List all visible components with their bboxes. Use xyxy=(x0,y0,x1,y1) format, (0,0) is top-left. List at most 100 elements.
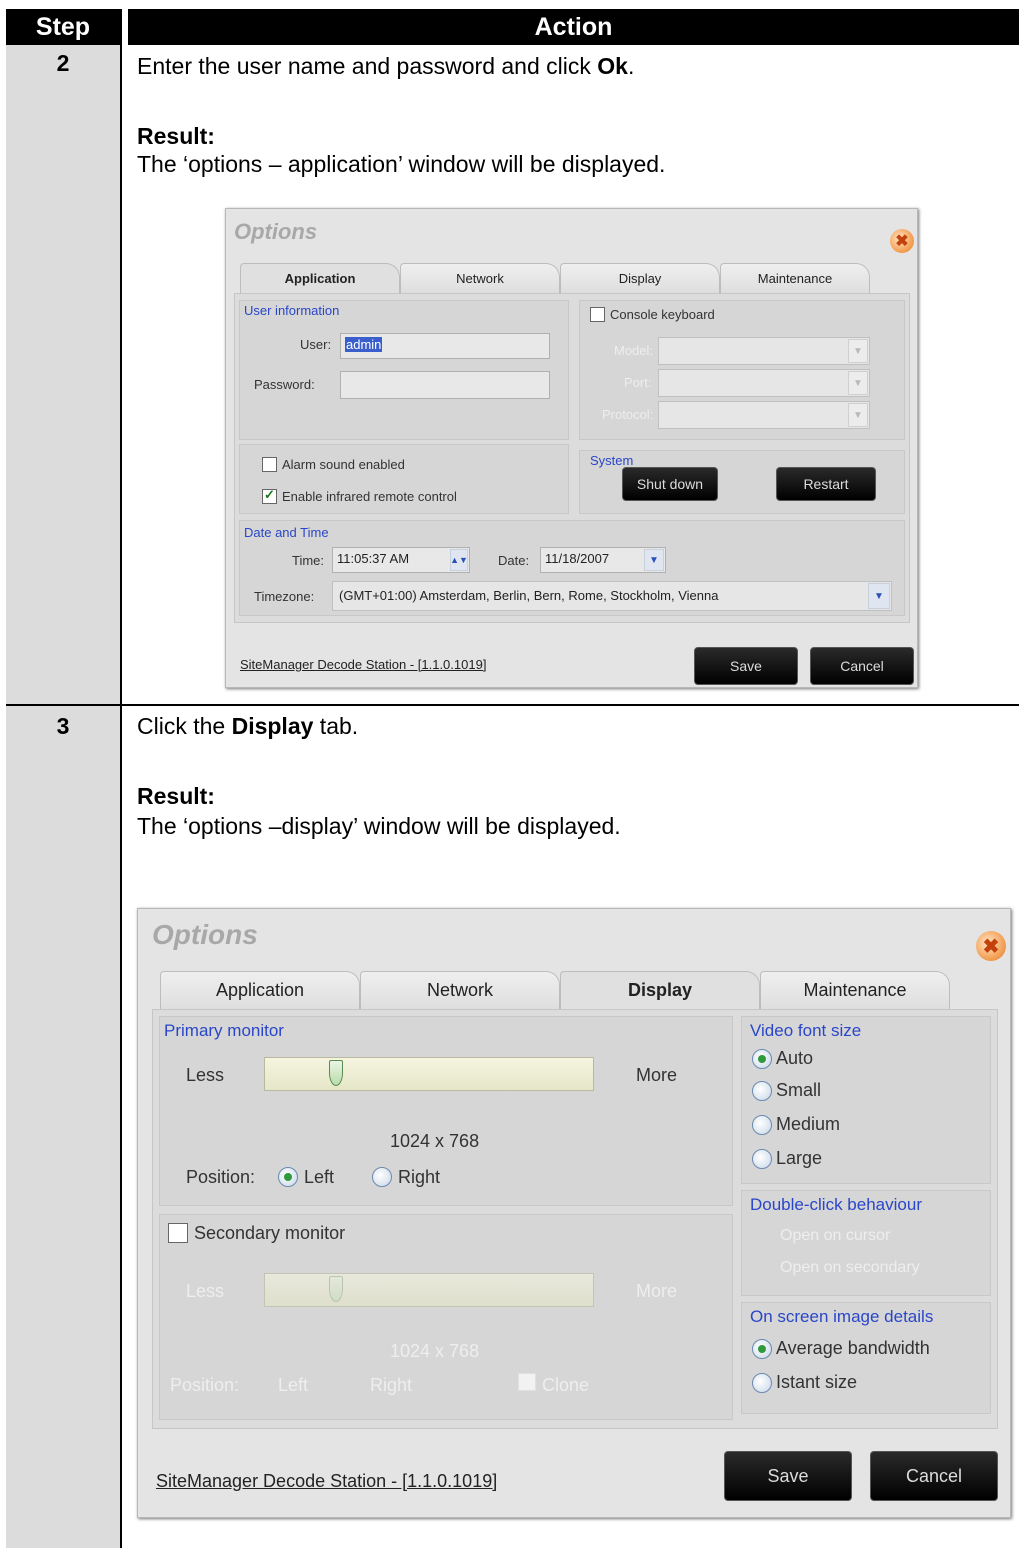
secondary-right-label: Right xyxy=(370,1375,413,1395)
tab-application[interactable]: Application xyxy=(240,263,400,293)
primary-resolution-value: 1024 x 768 xyxy=(390,1131,480,1151)
password-label: Password: xyxy=(254,377,315,392)
font-small-label: Small xyxy=(776,1080,822,1100)
alarm-options-group: Alarm sound enabled Enable infrared remo… xyxy=(239,444,569,514)
step-2-instruction: Enter the user name and password and cli… xyxy=(137,53,635,79)
primary-resolution-slider[interactable] xyxy=(264,1057,594,1091)
font-auto-radio[interactable] xyxy=(752,1049,772,1069)
secondary-left-label: Left xyxy=(278,1375,309,1395)
secondary-monitor-group: Secondary monitor Less More 1024 x 768 P… xyxy=(159,1214,733,1420)
tab-network[interactable]: Network xyxy=(400,263,560,293)
tab-network[interactable]: Network xyxy=(360,971,560,1009)
font-medium-radio[interactable] xyxy=(752,1115,772,1135)
date-time-group: Date and Time Time: 11:05:37 AM ▲▼ Date:… xyxy=(239,520,905,616)
secondary-clone-label: Clone xyxy=(542,1375,590,1395)
secondary-position-label: Position: xyxy=(170,1375,240,1395)
tab-maintenance[interactable]: Maintenance xyxy=(760,971,950,1009)
password-input[interactable] xyxy=(340,371,550,399)
secondary-clone-checkbox[interactable] xyxy=(518,1373,536,1391)
tab-display[interactable]: Display xyxy=(560,263,720,293)
user-input[interactable]: admin xyxy=(340,333,550,359)
font-medium-label: Medium xyxy=(776,1114,841,1134)
double-click-group: Double-click behaviour Open on cursor Op… xyxy=(741,1190,991,1296)
alarm-sound-checkbox[interactable] xyxy=(262,457,277,472)
position-left-label: Left xyxy=(304,1167,335,1187)
font-large-label: Large xyxy=(776,1148,823,1168)
date-input[interactable]: 11/18/2007 ▼ xyxy=(540,547,666,573)
date-label: Date: xyxy=(498,553,530,568)
secondary-resolution-value: 1024 x 768 xyxy=(390,1341,480,1361)
console-keyboard-label: Console keyboard xyxy=(610,307,715,322)
user-label: User: xyxy=(300,337,332,352)
position-right-label: Right xyxy=(398,1167,441,1187)
time-input[interactable]: 11:05:37 AM ▲▼ xyxy=(332,547,470,573)
user-information-label: User information xyxy=(244,303,340,318)
system-label: System xyxy=(590,453,634,468)
tab-display[interactable]: Display xyxy=(560,971,760,1009)
timezone-dropdown[interactable]: (GMT+01:00) Amsterdam, Berlin, Bern, Rom… xyxy=(332,581,892,611)
tab-maintenance[interactable]: Maintenance xyxy=(720,263,870,293)
double-click-label: Double-click behaviour xyxy=(750,1195,922,1214)
user-information-group: User information User: admin Password: xyxy=(239,300,569,440)
average-bandwidth-label: Average bandwidth xyxy=(776,1338,930,1358)
version-link[interactable]: SiteManager Decode Station - [1.1.0.1019… xyxy=(156,1471,497,1492)
more-label: More xyxy=(636,1065,678,1085)
position-right-radio[interactable] xyxy=(372,1167,392,1187)
date-time-label: Date and Time xyxy=(244,525,329,540)
istant-size-label: Istant size xyxy=(776,1372,858,1392)
step-number-2: 2 xyxy=(56,50,70,76)
less-label: Less xyxy=(186,1065,225,1085)
step-column xyxy=(6,45,120,1548)
on-screen-details-group: On screen image details Average bandwidt… xyxy=(741,1302,991,1414)
time-spinner-icon[interactable]: ▲▼ xyxy=(450,549,468,571)
position-left-radio[interactable] xyxy=(278,1167,298,1187)
save-button[interactable]: Save xyxy=(724,1451,852,1501)
column-divider xyxy=(120,9,122,1548)
secondary-more-label: More xyxy=(636,1281,678,1301)
options-dialog-application: Options ✖ Application Network Display Ma… xyxy=(225,208,918,688)
average-bandwidth-radio[interactable] xyxy=(752,1339,772,1359)
row-divider xyxy=(6,704,1019,706)
close-icon[interactable]: ✖ xyxy=(976,931,1006,961)
tab-bar: Application Network Display Maintenance xyxy=(240,263,900,293)
double-click-option-2: Open on secondary xyxy=(780,1259,920,1276)
shut-down-button[interactable]: Shut down xyxy=(622,467,718,501)
on-screen-details-label: On screen image details xyxy=(750,1307,934,1326)
tab-panel: User information User: admin Password: A… xyxy=(234,293,910,623)
model-dropdown[interactable]: ▼ xyxy=(658,337,870,365)
time-label: Time: xyxy=(292,553,325,568)
port-dropdown[interactable]: ▼ xyxy=(658,369,870,397)
options-dialog-display: Options ✖ Application Network Display Ma… xyxy=(137,908,1011,1518)
timezone-dropdown-icon[interactable]: ▼ xyxy=(868,583,890,609)
port-label: Port: xyxy=(624,375,652,390)
version-link[interactable]: SiteManager Decode Station - [1.1.0.1019… xyxy=(240,657,486,672)
secondary-slider-thumb[interactable] xyxy=(329,1276,343,1302)
close-icon[interactable]: ✖ xyxy=(890,229,914,253)
cancel-button[interactable]: Cancel xyxy=(810,647,914,685)
protocol-dropdown[interactable]: ▼ xyxy=(658,401,870,429)
double-click-option-1: Open on cursor xyxy=(780,1227,891,1244)
font-large-radio[interactable] xyxy=(752,1149,772,1169)
model-label: Model: xyxy=(614,343,654,358)
secondary-monitor-checkbox[interactable] xyxy=(168,1223,188,1243)
istant-size-radio[interactable] xyxy=(752,1373,772,1393)
dialog-title: Options xyxy=(152,919,258,950)
step-3-result-label: Result: xyxy=(137,783,215,809)
video-font-size-label: Video font size xyxy=(750,1021,862,1040)
console-keyboard-checkbox[interactable] xyxy=(590,307,605,322)
system-group: System Shut down Restart xyxy=(579,450,905,514)
header-step: Step xyxy=(6,9,120,45)
save-button[interactable]: Save xyxy=(694,647,798,685)
tab-panel: Primary monitor Less More 1024 x 768 Pos… xyxy=(152,1009,998,1429)
secondary-resolution-slider[interactable] xyxy=(264,1273,594,1307)
primary-monitor-group: Primary monitor Less More 1024 x 768 Pos… xyxy=(159,1016,733,1206)
date-dropdown-icon[interactable]: ▼ xyxy=(644,549,664,571)
step-3-result-text: The ‘options –display’ window will be di… xyxy=(137,813,621,839)
secondary-less-label: Less xyxy=(186,1281,225,1301)
restart-button[interactable]: Restart xyxy=(776,467,876,501)
font-small-radio[interactable] xyxy=(752,1081,772,1101)
tab-application[interactable]: Application xyxy=(160,971,360,1009)
infrared-checkbox[interactable] xyxy=(262,487,277,504)
cancel-button[interactable]: Cancel xyxy=(870,1451,998,1501)
slider-thumb[interactable] xyxy=(329,1060,343,1086)
